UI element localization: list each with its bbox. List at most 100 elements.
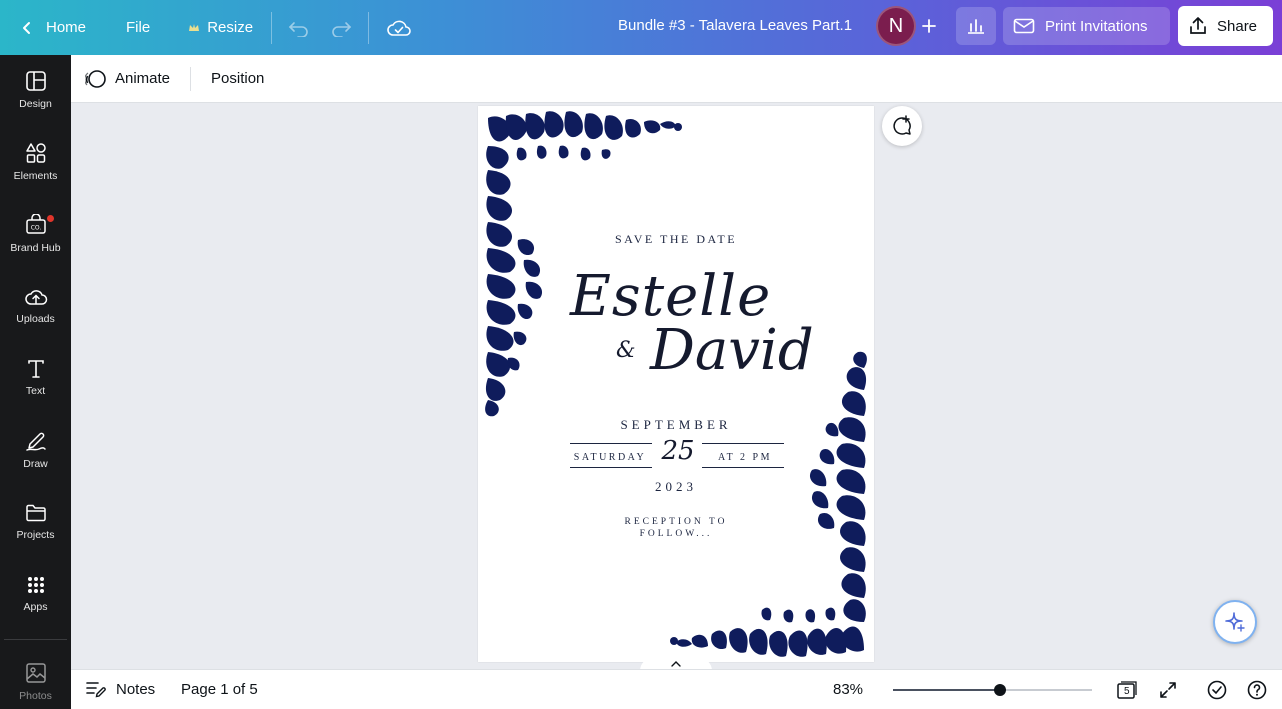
brand-icon: CO. [25,214,46,234]
date-rule-right-bottom [702,467,784,468]
notes-icon [86,682,106,698]
year-text[interactable]: 2023 [478,479,874,495]
day-number-text[interactable]: 25 [656,436,700,466]
image-icon [25,663,46,683]
date-rule-right-top [702,443,784,444]
ampersand-text[interactable]: & [616,338,636,363]
shapes-icon [25,143,46,163]
fullscreen-button[interactable] [1157,679,1179,701]
cloud-check-icon [387,20,411,36]
notes-label: Notes [116,680,156,698]
draw-icon [25,432,46,451]
magic-assistant-button[interactable] [1213,600,1257,644]
sidebar-item-label: Projects [16,529,55,541]
page-count: 5 [1124,686,1130,697]
save-the-date-text[interactable]: SAVE THE DATE [478,232,874,247]
file-label: File [126,19,151,36]
position-label: Position [211,70,265,87]
chevron-up-icon [671,661,681,667]
comment-plus-icon [893,115,911,135]
sidebar-item-brand-hub[interactable]: CO. Brand Hub [0,199,71,269]
divider [190,66,192,91]
save-status-button[interactable] [375,9,423,47]
time-text[interactable]: AT 2 PM [706,452,784,463]
expand-icon [1160,682,1176,698]
sidebar-item-elements[interactable]: Elements [0,127,71,197]
chevron-left-icon [23,21,30,34]
invite-button[interactable] [918,13,940,39]
folder-icon [25,504,46,522]
zoom-slider[interactable] [893,684,1092,696]
share-label: Share [1217,17,1258,35]
redo-icon [332,21,352,37]
month-text[interactable]: SEPTEMBER [478,417,874,433]
reception-text[interactable]: RECEPTION TO FOLLOW... [598,516,754,540]
date-rule-left-bottom [570,467,652,468]
divider [271,11,273,44]
notification-dot [47,215,54,222]
file-menu[interactable]: File [114,9,162,47]
check-circle-icon [1207,680,1227,700]
layout-icon [25,71,46,91]
bottom-bar: Notes Page 1 of 5 83% 5 [71,669,1282,709]
page-indicator[interactable]: Page 1 of 5 [181,681,258,698]
context-toolbar: Animate Position [71,55,1282,103]
sidebar-item-photos[interactable]: Photos [0,647,71,709]
sidebar-item-label: Draw [23,458,48,470]
sidebar-item-label: Apps [23,601,48,613]
undo-icon [288,21,308,37]
weekday-text[interactable]: SATURDAY [570,452,650,463]
sidebar-item-label: Uploads [16,313,55,325]
sidebar-item-draw[interactable]: Draw [0,415,71,485]
animate-button[interactable]: Animate [73,61,182,97]
cloud-upload-icon [24,290,47,305]
avatar[interactable]: N [876,6,916,46]
sidebar-item-label: Elements [13,170,58,182]
sidebar-divider [4,639,67,640]
home-button[interactable]: Home [8,9,98,47]
design-page[interactable]: SAVE THE DATE Estelle & David SEPTEMBER … [478,106,874,662]
resize-button[interactable]: Resize [176,9,265,47]
divider [368,11,370,44]
help-icon [1247,680,1267,700]
notes-button[interactable]: Notes [86,680,155,698]
help-button[interactable] [1246,679,1268,701]
zoom-slider-thumb[interactable] [994,684,1007,696]
home-label: Home [46,19,87,36]
zoom-slider-fill [893,689,1001,691]
text-icon [27,360,44,378]
insights-button[interactable] [956,7,996,45]
sparkle-icon [1225,612,1245,632]
page-grid-button[interactable]: 5 [1116,679,1138,701]
sidebar-item-label: Text [25,385,46,397]
second-name-text[interactable]: David [650,318,814,383]
zoom-level[interactable]: 83% [833,681,863,698]
bar-chart-icon [968,19,984,34]
sidebar-item-uploads[interactable]: Uploads [0,271,71,341]
top-bar: Home File Resize Bundle #3 - Talavera Le… [0,0,1282,55]
sidebar-item-label: Brand Hub [10,242,61,254]
print-invitations-button[interactable]: Print Invitations [1003,7,1170,45]
share-icon [1190,17,1206,34]
sidebar-item-label: Design [19,98,52,110]
sidebar-item-projects[interactable]: Projects [0,487,71,557]
sidebar-item-label: Photos [19,690,52,702]
document-title[interactable]: Bundle #3 - Talavera Leaves Part.1 [618,17,852,34]
add-comment-button[interactable] [882,106,922,146]
undo-button[interactable] [278,9,320,47]
sidebar-item-design[interactable]: Design [0,55,71,125]
animate-icon [85,69,106,88]
check-button[interactable] [1206,679,1228,701]
position-button[interactable]: Position [199,61,276,97]
date-rule-left-top [570,443,652,444]
sidebar-item-text[interactable]: Text [0,343,71,413]
redo-button[interactable] [320,9,362,47]
sidebar-item-apps[interactable]: Apps [0,559,71,629]
apps-icon [27,577,44,593]
resize-label: Resize [207,19,254,36]
talavera-leaf-ornament-bottom-right[interactable] [659,337,874,662]
print-invitations-label: Print Invitations [1045,17,1148,35]
animate-label: Animate [115,70,171,87]
svg-text:CO.: CO. [30,225,41,232]
share-button[interactable]: Share [1178,6,1273,46]
